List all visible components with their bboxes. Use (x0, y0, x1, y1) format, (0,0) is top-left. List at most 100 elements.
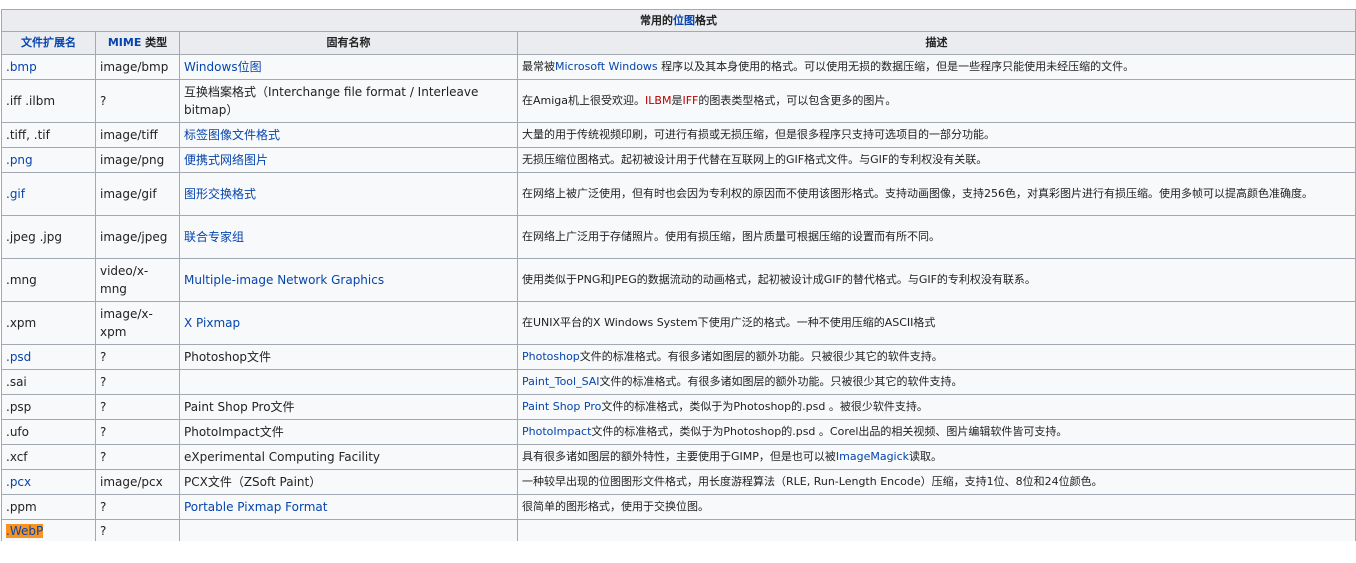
description-text: 在Amiga机上很受欢迎。 (522, 94, 646, 107)
extension-text[interactable]: .psd (6, 350, 31, 364)
extension-text: .tiff, .tif (6, 128, 50, 142)
extension-text[interactable]: .pcx (6, 475, 31, 489)
cell-extension: .ufo (1, 419, 96, 445)
cell-mime: ? (95, 344, 180, 370)
table-row: .tiff, .tif image/tiff 标签图像文件格式 大量的用于传统视频印刷… (1, 122, 1356, 148)
table-row: .pcx image/pcx PCX文件（ZSoft Paint） 一种较早出现的位图… (1, 469, 1356, 495)
cell-proper-name (179, 369, 518, 395)
cell-mime: ? (95, 79, 180, 123)
description-redlink[interactable]: ILBM (645, 94, 671, 107)
table-row: .xpm image/x-xpm X Pixmap 在UNIX平台的X Windows… (1, 301, 1356, 345)
cell-extension: .iff .ilbm (1, 79, 96, 123)
cell-proper-name: 便携式网络图片 (179, 147, 518, 173)
table-row: .xcf? eXperimental Computing Facility 具有很多… (1, 444, 1356, 470)
description-text: 一种较早出现的位图图形文件格式，用长度游程算法（RLE, Run-Length … (522, 475, 1103, 488)
description-link[interactable]: Paint Shop Pro (522, 400, 601, 413)
cell-proper-name: Windows位图 (179, 54, 518, 80)
extension-text[interactable]: .WebP (6, 523, 44, 538)
cell-proper-name: Paint Shop Pro文件 (179, 394, 518, 420)
cell-proper-name (179, 519, 518, 541)
description-text: 在网络上被广泛使用，但有时也会因为专利权的原因而不使用该图形格式。支持动画图像，… (522, 187, 1313, 200)
proper-name-text[interactable]: Windows位图 (184, 60, 262, 74)
description-link[interactable]: PhotoImpact (522, 425, 591, 438)
bitmap-formats-table: 常用的位图格式 文件扩展名 MIME 类型 固有名称 描述 .bmp image/… (1, 9, 1356, 541)
cell-extension: .tiff, .tif (1, 122, 96, 148)
proper-name-text[interactable]: 联合专家组 (184, 230, 244, 244)
extension-text[interactable]: .gif (6, 187, 25, 201)
table-row: .ppm? Portable Pixmap Format 很简单的图形格式，使用于交… (1, 494, 1356, 520)
description-text: 最常被 (522, 60, 555, 73)
proper-name-text[interactable]: 便携式网络图片 (184, 153, 268, 167)
header-file-extension[interactable]: 文件扩展名 (1, 31, 96, 55)
cell-extension: .jpeg .jpg (1, 215, 96, 259)
cell-proper-name: 互换档案格式（Interchange file format / Interle… (179, 79, 518, 123)
cell-description: 一种较早出现的位图图形文件格式，用长度游程算法（RLE, Run-Length … (517, 469, 1356, 495)
description-text: 具有很多诸如图层的额外特性，主要使用于GIMP，但是也可以被 (522, 450, 836, 463)
extension-text[interactable]: .png (6, 153, 33, 167)
mime-link[interactable]: MIME (108, 36, 142, 49)
header-mime-type: MIME 类型 (95, 31, 180, 55)
table-body: .bmp image/bmp Windows位图 最常被Microsoft Windo… (1, 54, 1356, 541)
extension-text: .mng (6, 273, 37, 287)
cell-proper-name: eXperimental Computing Facility (179, 444, 518, 470)
cell-extension: .psp (1, 394, 96, 420)
extension-text: .ufo (6, 425, 29, 439)
table-caption: 常用的位图格式 (1, 9, 1356, 32)
cell-proper-name: Photoshop文件 (179, 344, 518, 370)
description-text: 在UNIX平台的X Windows System下使用广泛的格式。一种不使用压缩… (522, 316, 936, 329)
extension-text: .sai (6, 375, 27, 389)
cell-mime: image/tiff (95, 122, 180, 148)
cell-extension: .pcx (1, 469, 96, 495)
description-text: 在网络上广泛用于存储照片。使用有损压缩，图片质量可根据压缩的设置而有所不同。 (522, 230, 940, 243)
proper-name-text[interactable]: 标签图像文件格式 (184, 128, 280, 142)
cell-extension: .mng (1, 258, 96, 302)
cell-mime: ? (95, 394, 180, 420)
extension-text[interactable]: .bmp (6, 60, 37, 74)
caption-suffix: 格式 (695, 13, 717, 27)
cell-mime: image/bmp (95, 54, 180, 80)
extension-text: .iff .ilbm (6, 94, 56, 108)
proper-name-text[interactable]: X Pixmap (184, 316, 240, 330)
description-redlink[interactable]: IFF (682, 94, 698, 107)
mime-type-label: 类型 (141, 36, 168, 49)
cell-extension: .xcf (1, 444, 96, 470)
cell-proper-name: 联合专家组 (179, 215, 518, 259)
cell-mime: image/gif (95, 172, 180, 216)
proper-name-text: Photoshop文件 (184, 350, 272, 364)
description-text: 很简单的图形格式，使用于交换位图。 (522, 500, 709, 513)
cell-proper-name: PCX文件（ZSoft Paint） (179, 469, 518, 495)
cell-description: PhotoImpact文件的标准格式，类似于为Photoshop的.psd 。C… (517, 419, 1356, 445)
extension-text: .jpeg .jpg (6, 230, 62, 244)
cell-extension: .bmp (1, 54, 96, 80)
proper-name-text: Paint Shop Pro文件 (184, 400, 295, 414)
description-text: 文件的标准格式。有很多诸如图层的额外功能。只被很少其它的软件支持。 (579, 350, 943, 363)
cell-extension: .psd (1, 344, 96, 370)
proper-name-text: PCX文件（ZSoft Paint） (184, 475, 322, 489)
table-row: .bmp image/bmp Windows位图 最常被Microsoft Windo… (1, 54, 1356, 80)
description-text: 大量的用于传统视频印刷，可进行有损或无损压缩，但是很多程序只支持可选项目的一部分… (522, 128, 995, 141)
cell-description: Paint_Tool_SAI文件的标准格式。有很多诸如图层的额外功能。只被很少其… (517, 369, 1356, 395)
description-text: 无损压缩位图格式。起初被设计用于代替在互联网上的GIF格式文件。与GIF的专利权… (522, 153, 988, 166)
proper-name-text[interactable]: Portable Pixmap Format (184, 500, 327, 514)
header-proper-name: 固有名称 (179, 31, 518, 55)
proper-name-text[interactable]: 图形交换格式 (184, 187, 256, 201)
cell-description: 具有很多诸如图层的额外特性，主要使用于GIMP，但是也可以被ImageMagic… (517, 444, 1356, 470)
description-link[interactable]: Microsoft Windows (555, 60, 658, 73)
cell-proper-name: Portable Pixmap Format (179, 494, 518, 520)
table-row: .WebP? (1, 519, 1356, 541)
description-link[interactable]: ImageMagick (836, 450, 909, 463)
cell-mime: image/pcx (95, 469, 180, 495)
cell-description: 很简单的图形格式，使用于交换位图。 (517, 494, 1356, 520)
extension-text: .psp (6, 400, 32, 414)
proper-name-text[interactable]: Multiple-image Network Graphics (184, 273, 384, 287)
description-link[interactable]: Photoshop (522, 350, 580, 363)
table-row: .psd? Photoshop文件 Photoshop文件的标准格式。有很多诸如图层… (1, 344, 1356, 370)
description-link[interactable]: Paint_Tool_SAI (522, 375, 600, 388)
cell-extension: .WebP (1, 519, 96, 541)
cell-description: Paint Shop Pro文件的标准格式，类似于为Photoshop的.psd… (517, 394, 1356, 420)
description-text: 程序以及其本身使用的格式。可以使用无损的数据压缩，但是一些程序只能使用未经压缩的… (657, 60, 1135, 73)
table-row: .iff .ilbm? 互换档案格式（Interchange file forma… (1, 79, 1356, 123)
cell-proper-name: X Pixmap (179, 301, 518, 345)
cell-mime: ? (95, 419, 180, 445)
caption-link-bitmap[interactable]: 位图 (673, 14, 695, 27)
